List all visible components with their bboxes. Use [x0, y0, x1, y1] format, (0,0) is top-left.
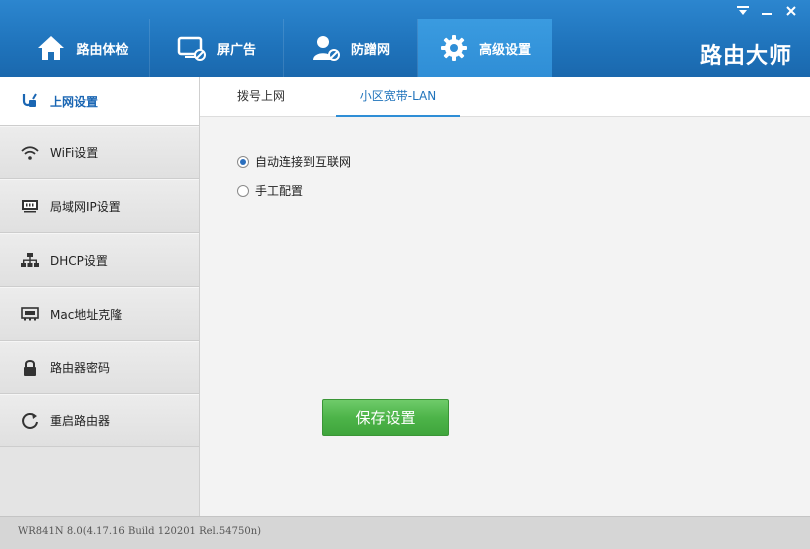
user-block-icon — [311, 33, 341, 63]
radio-button[interactable] — [237, 155, 249, 168]
sub-tabs: 拨号上网 小区宽带-LAN — [200, 77, 810, 117]
radio-button[interactable] — [237, 184, 249, 197]
tab-router-checkup[interactable]: 路由体检 — [16, 19, 150, 77]
top-header: 路由体检 屏广告 防蹭网 高级设置 路由大师 — [0, 0, 810, 77]
minimize-icon[interactable] — [756, 2, 778, 20]
status-bar: WR841N 8.0(4.17.16 Build 120201 Rel.5475… — [0, 516, 810, 549]
sidebar-item-label: DHCP设置 — [50, 253, 108, 268]
lock-icon — [20, 358, 40, 378]
ip-icon — [20, 196, 40, 216]
sidebar-item-restart-router[interactable]: 重启路由器 — [0, 394, 199, 447]
tab-anti-freeload[interactable]: 防蹭网 — [284, 19, 418, 77]
sidebar-item-dhcp-settings[interactable]: DHCP设置 — [0, 233, 199, 287]
sidebar-item-label: Mac地址克隆 — [50, 307, 123, 322]
sidebar-item-label: 路由器密码 — [50, 361, 111, 375]
house-icon — [36, 33, 66, 63]
tab-label: 防蹭网 — [350, 42, 390, 58]
sidebar: 上网设置 WiFi设置 局域网IP设置 DHCP设置 Mac地址克隆 路由器密码 — [0, 77, 200, 516]
brand-logo: 路由大师 — [699, 44, 792, 69]
tab-label: 路由体检 — [76, 42, 129, 58]
main-tabs: 路由体检 屏广告 防蹭网 高级设置 — [16, 19, 552, 77]
mac-card-icon — [20, 304, 40, 324]
window-controls — [732, 2, 802, 20]
sidebar-item-router-password[interactable]: 路由器密码 — [0, 341, 199, 394]
menu-dropdown-icon[interactable] — [732, 2, 754, 20]
tab-advanced-settings[interactable]: 高级设置 — [418, 19, 552, 77]
firmware-version: WR841N 8.0(4.17.16 Build 120201 Rel.5475… — [18, 526, 262, 537]
gear-icon — [439, 33, 469, 63]
tab-pppoe[interactable]: 拨号上网 — [200, 77, 322, 117]
option-manual-config[interactable]: 手工配置 — [237, 182, 303, 199]
sidebar-item-label: 重启路由器 — [50, 414, 111, 428]
restart-icon — [20, 411, 40, 431]
sidebar-item-wifi-settings[interactable]: WiFi设置 — [0, 126, 199, 179]
sidebar-item-lan-ip-settings[interactable]: 局域网IP设置 — [0, 179, 199, 233]
tab-lan-broadband[interactable]: 小区宽带-LAN — [336, 77, 460, 117]
radio-selected-dot — [240, 158, 246, 165]
monitor-block-icon — [177, 33, 207, 63]
tab-ad-block[interactable]: 屏广告 — [150, 19, 284, 77]
main-content: 拨号上网 小区宽带-LAN 自动连接到互联网 手工配置 保存设置 — [200, 77, 810, 516]
tab-label: 高级设置 — [478, 42, 531, 58]
sidebar-item-internet-settings[interactable]: 上网设置 — [0, 77, 199, 126]
sidebar-item-mac-clone[interactable]: Mac地址克隆 — [0, 287, 199, 341]
tab-label: 屏广告 — [216, 42, 256, 58]
option-auto-connect[interactable]: 自动连接到互联网 — [237, 153, 351, 170]
save-settings-button[interactable]: 保存设置 — [322, 399, 449, 436]
option-label: 手工配置 — [255, 184, 304, 198]
plug-icon — [20, 91, 40, 111]
close-icon[interactable] — [780, 2, 802, 20]
network-tree-icon — [20, 250, 40, 270]
sidebar-item-label: WiFi设置 — [50, 146, 99, 160]
sidebar-item-label: 局域网IP设置 — [50, 199, 121, 214]
wifi-icon — [20, 143, 40, 163]
sidebar-item-label: 上网设置 — [50, 94, 99, 109]
option-label: 自动连接到互联网 — [255, 155, 352, 169]
